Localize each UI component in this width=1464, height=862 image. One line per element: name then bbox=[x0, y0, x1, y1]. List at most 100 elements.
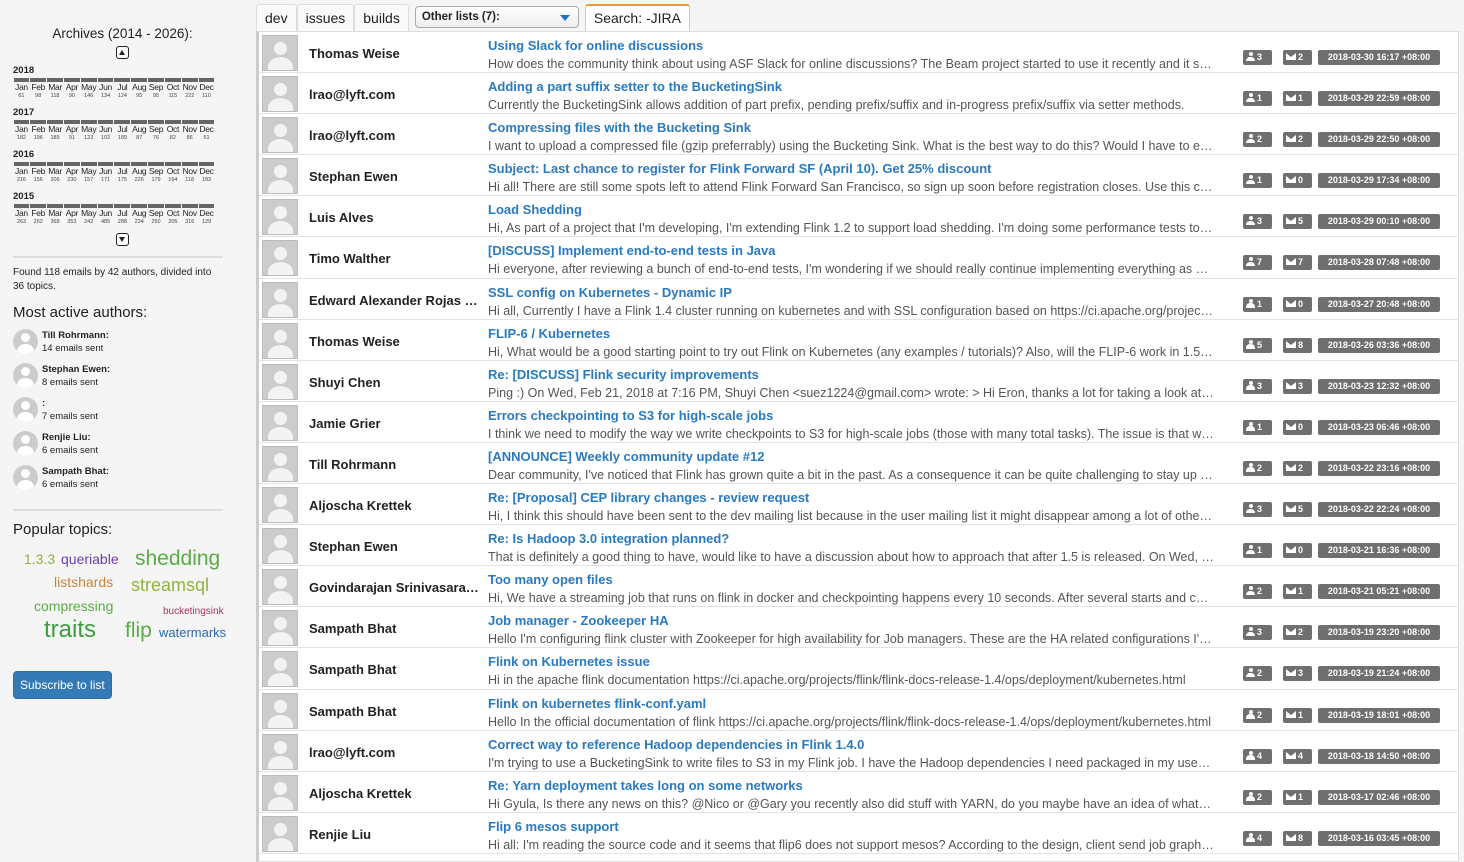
active-author[interactable]: Renjie Liu: 6 emails sent bbox=[13, 431, 224, 465]
topic-word[interactable]: traits bbox=[44, 616, 96, 644]
archive-month[interactable]: Mar 206 bbox=[47, 162, 64, 185]
email-subject-link[interactable]: Compressing files with the Bucketing Sin… bbox=[488, 120, 751, 135]
tab-dev[interactable]: dev bbox=[256, 4, 297, 31]
archive-year-label[interactable]: 2016 bbox=[13, 149, 224, 160]
email-subject-link[interactable]: Re: Yarn deployment takes long on some n… bbox=[488, 778, 803, 793]
archive-month[interactable]: Feb 262 bbox=[30, 204, 47, 227]
email-subject-link[interactable]: Re: Is Hadoop 3.0 integration planned? bbox=[488, 531, 729, 546]
topic-word[interactable]: flip bbox=[125, 619, 152, 643]
email-row[interactable]: Stephan Ewen Re: Is Hadoop 3.0 integratio… bbox=[259, 525, 1458, 567]
email-subject-link[interactable]: Correct way to reference Hadoop dependen… bbox=[488, 737, 864, 752]
topic-word[interactable]: bucketingsink bbox=[163, 606, 224, 617]
email-subject-link[interactable]: Too many open files bbox=[488, 572, 613, 587]
archive-month[interactable]: Aug 234 bbox=[131, 204, 148, 227]
email-subject-link[interactable]: Subject: Last chance to register for Fli… bbox=[488, 161, 991, 176]
archive-month[interactable]: Dec 110 bbox=[198, 78, 215, 101]
archive-year-label[interactable]: 2015 bbox=[13, 191, 224, 202]
archive-month[interactable]: Dec 51 bbox=[198, 120, 215, 143]
email-row[interactable]: Shuyi Chen Re: [DISCUSS] Flink security i… bbox=[259, 361, 1458, 402]
archive-month[interactable]: Jun 102 bbox=[97, 120, 114, 143]
archive-month[interactable]: Jan 61 bbox=[13, 78, 30, 101]
email-subject-link[interactable]: SSL config on Kubernetes - Dynamic IP bbox=[488, 285, 732, 300]
email-subject-link[interactable]: FLIP-6 / Kubernetes bbox=[488, 326, 610, 341]
archive-month[interactable]: May 123 bbox=[80, 120, 97, 143]
email-subject-link[interactable]: Flink on kubernetes flink-conf.yaml bbox=[488, 696, 706, 711]
email-row[interactable]: Till Rohrmann [ANNOUNCE] Weekly community… bbox=[259, 443, 1458, 485]
topic-word[interactable]: 1.3.3 bbox=[24, 551, 55, 567]
archive-month[interactable]: Nov 86 bbox=[181, 120, 198, 143]
archive-month[interactable]: Aug 226 bbox=[131, 162, 148, 185]
archives-down-button[interactable] bbox=[116, 233, 129, 246]
archive-month[interactable]: Mar 185 bbox=[47, 120, 64, 143]
email-row[interactable]: Aljoscha Krettek Re: [Proposal] CEP libra… bbox=[259, 484, 1458, 526]
archives-up-button[interactable] bbox=[116, 46, 129, 59]
email-row[interactable]: Renjie Liu Flip 6 mesos support Hi all: I'… bbox=[259, 813, 1458, 854]
email-row[interactable]: lrao@lyft.com Correct way to reference Ha… bbox=[259, 731, 1458, 772]
email-row[interactable]: Stephan Ewen Subject: Last chance to regi… bbox=[259, 155, 1458, 197]
email-subject-link[interactable]: Re: [Proposal] CEP library changes - rev… bbox=[488, 490, 809, 505]
email-row[interactable]: Sampath Bhat Flink on Kubernetes issue Hi … bbox=[259, 648, 1458, 690]
archive-month[interactable]: Sep 95 bbox=[148, 78, 165, 101]
archive-month[interactable]: Feb 98 bbox=[30, 78, 47, 101]
archive-month[interactable]: Jan 263 bbox=[13, 204, 30, 227]
archive-month[interactable]: Feb 156 bbox=[30, 162, 47, 185]
archive-month[interactable]: May 146 bbox=[80, 78, 97, 101]
subscribe-button[interactable]: Subscribe to list bbox=[13, 671, 112, 699]
archive-month[interactable]: Jul 189 bbox=[114, 120, 131, 143]
email-subject-link[interactable]: Load Shedding bbox=[488, 202, 582, 217]
topic-word[interactable]: shedding bbox=[135, 547, 220, 571]
email-subject-link[interactable]: Flip 6 mesos support bbox=[488, 819, 619, 834]
email-subject-link[interactable]: Re: [DISCUSS] Flink security improvement… bbox=[488, 367, 759, 382]
archive-month[interactable]: Mar 368 bbox=[47, 204, 64, 227]
archive-month[interactable]: Nov 316 bbox=[181, 204, 198, 227]
email-row[interactable]: Aljoscha Krettek Re: Yarn deployment take… bbox=[259, 772, 1458, 813]
archive-month[interactable]: Jul 124 bbox=[114, 78, 131, 101]
email-row[interactable]: Sampath Bhat Job manager - Zookeeper HA He… bbox=[259, 607, 1458, 649]
topic-word[interactable]: compressing bbox=[34, 598, 113, 614]
email-row[interactable]: Govindarajan Srinivasaraghavan Too many o… bbox=[259, 566, 1458, 608]
email-subject-link[interactable]: [ANNOUNCE] Weekly community update #12 bbox=[488, 449, 764, 464]
email-subject-link[interactable]: Errors checkpointing to S3 for high-scal… bbox=[488, 408, 773, 423]
archive-month[interactable]: Jun 171 bbox=[97, 162, 114, 185]
archive-month[interactable]: May 242 bbox=[80, 204, 97, 227]
email-row[interactable]: lrao@lyft.com Compressing files with the … bbox=[259, 114, 1458, 156]
archive-month[interactable]: Apr 91 bbox=[63, 120, 80, 143]
active-author[interactable]: Till Rohrmann: 14 emails sent bbox=[13, 329, 224, 363]
active-author[interactable]: : 7 emails sent bbox=[13, 397, 224, 431]
archive-month[interactable]: Aug 87 bbox=[131, 120, 148, 143]
archive-month[interactable]: Apr 230 bbox=[63, 162, 80, 185]
topic-word[interactable]: listshards bbox=[54, 574, 113, 590]
archive-month[interactable]: Oct 205 bbox=[164, 204, 181, 227]
email-row[interactable]: Timo Walther [DISCUSS] Implement end-to-e… bbox=[259, 237, 1458, 279]
active-author[interactable]: Sampath Bhat: 6 emails sent bbox=[13, 465, 224, 499]
email-row[interactable]: Sampath Bhat Flink on kubernetes flink-co… bbox=[259, 690, 1458, 731]
email-row[interactable]: Luis Alves Load Shedding Hi, As part of a … bbox=[259, 196, 1458, 238]
archive-month[interactable]: Sep 76 bbox=[148, 120, 165, 143]
archive-month[interactable]: Apr 353 bbox=[63, 204, 80, 227]
archive-month[interactable]: Oct 164 bbox=[164, 162, 181, 185]
archive-month[interactable]: Oct 115 bbox=[164, 78, 181, 101]
archive-month[interactable]: Feb 196 bbox=[30, 120, 47, 143]
archive-month[interactable]: Jan 182 bbox=[13, 120, 30, 143]
email-subject-link[interactable]: Flink on Kubernetes issue bbox=[488, 654, 650, 669]
archive-month[interactable]: Sep 250 bbox=[148, 204, 165, 227]
archive-month[interactable]: Jan 216 bbox=[13, 162, 30, 185]
archive-month[interactable]: Nov 118 bbox=[181, 162, 198, 185]
email-row[interactable]: Thomas Weise Using Slack for online discu… bbox=[259, 32, 1458, 74]
tab-builds[interactable]: builds bbox=[354, 4, 409, 31]
archive-month[interactable]: Aug 95 bbox=[131, 78, 148, 101]
tab-issues[interactable]: issues bbox=[296, 4, 355, 31]
archive-month[interactable]: Apr 90 bbox=[63, 78, 80, 101]
email-subject-link[interactable]: Job manager - Zookeeper HA bbox=[488, 613, 669, 628]
archive-month[interactable]: Oct 82 bbox=[164, 120, 181, 143]
topic-word[interactable]: streamsql bbox=[131, 575, 209, 596]
topic-word[interactable]: queriable bbox=[61, 551, 119, 567]
archive-month[interactable]: Mar 118 bbox=[47, 78, 64, 101]
email-row[interactable]: Edward Alexander Rojas Clavijo SSL config… bbox=[259, 279, 1458, 320]
archive-month[interactable]: Dec 129 bbox=[198, 204, 215, 227]
other-lists-select[interactable]: Other lists (7): bbox=[414, 6, 579, 28]
email-row[interactable]: lrao@lyft.com Adding a part suffix setter… bbox=[259, 73, 1458, 115]
archive-month[interactable]: Dec 183 bbox=[198, 162, 215, 185]
archive-month[interactable]: Nov 222 bbox=[181, 78, 198, 101]
archive-year-label[interactable]: 2017 bbox=[13, 107, 224, 118]
